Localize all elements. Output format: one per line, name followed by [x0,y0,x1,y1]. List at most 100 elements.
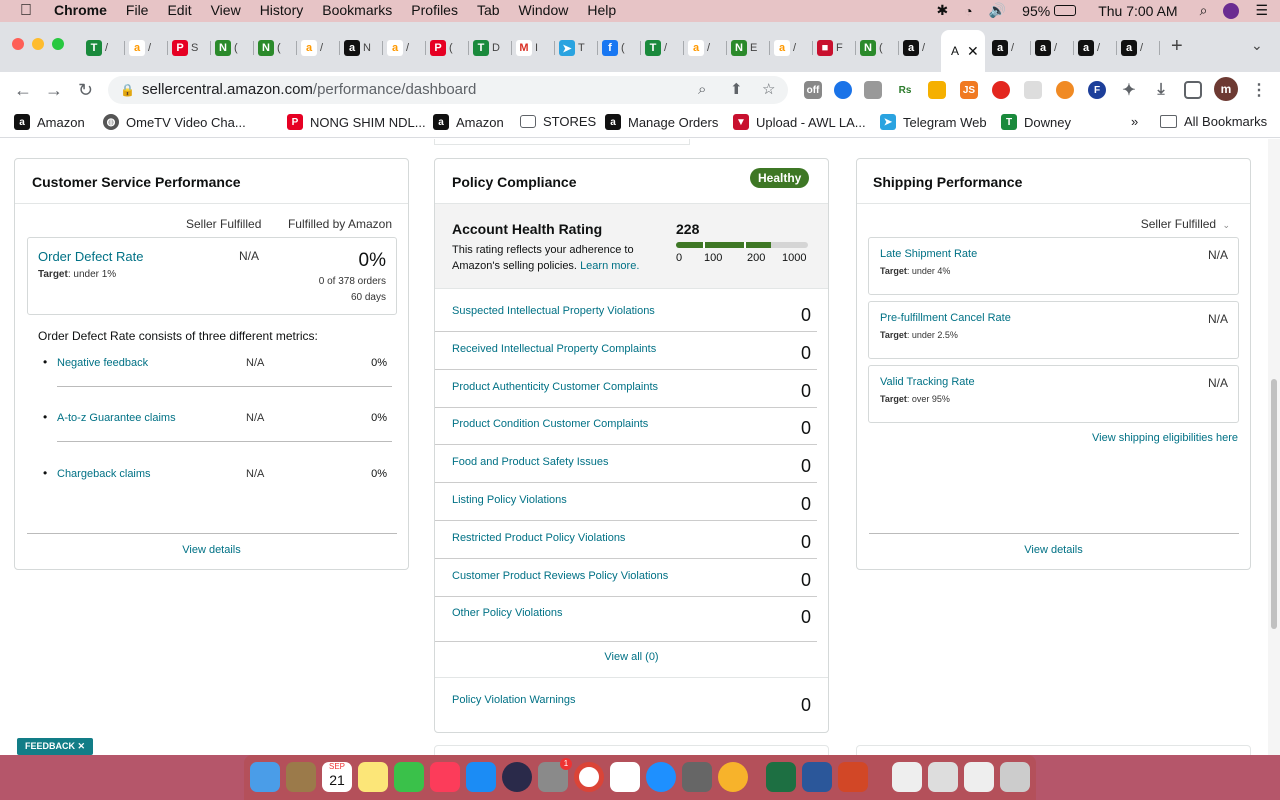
calendar-icon[interactable]: SEP 21 [322,762,352,792]
powerpoint-icon[interactable] [838,762,868,792]
browser-tab[interactable]: a / [770,37,813,59]
browser-tab[interactable]: TD [469,37,512,59]
reload-icon[interactable]: ↻ [78,80,93,101]
extension-js-icon[interactable]: JS [960,81,978,99]
close-tab-icon[interactable]: ✕ [967,43,979,60]
browser-tab[interactable]: ➤ T [555,37,598,59]
bookmark-item[interactable]: ▼ Upload - AWL LA... [733,114,866,130]
browser-tab[interactable]: a / [988,37,1031,59]
browser-tab[interactable]: a / [297,37,340,59]
browser-tab[interactable]: a / [125,37,168,59]
csp-view-details-link[interactable]: View details [15,544,408,556]
extension-spark-icon[interactable] [928,81,946,99]
spotlight-icon[interactable]: ⌕ [1200,2,1208,19]
pdf-file-icon[interactable] [892,762,922,792]
policy-item-link[interactable]: Received Intellectual Property Complaint… [452,343,656,355]
extension-tool-icon[interactable] [864,81,882,99]
menu-bookmarks[interactable]: Bookmarks [322,2,392,20]
minimize-window-button[interactable] [32,38,44,50]
apple-icon[interactable]:  [20,2,32,20]
bookmark-item[interactable]: a Manage Orders [605,114,718,130]
battery-icon[interactable] [1054,5,1077,16]
browser-tab[interactable]: NE [727,37,770,59]
policy-violation-warnings-link[interactable]: Policy Violation Warnings [452,694,576,706]
all-bookmarks-folder[interactable]: All Bookmarks [1160,114,1267,129]
bookmark-item[interactable]: P NONG SHIM NDL... [287,114,426,130]
policy-item-link[interactable]: Restricted Product Policy Violations [452,532,625,544]
browser-tab[interactable]: a / [1031,37,1074,59]
spreadsheet-file-icon[interactable] [928,762,958,792]
browser-tab[interactable]: P( [426,37,469,59]
menu-profiles[interactable]: Profiles [411,2,458,20]
new-tab-button[interactable]: + [1171,35,1183,58]
scrollbar-thumb[interactable] [1271,379,1277,629]
browser-tab[interactable]: T / [641,37,684,59]
finder-icon[interactable] [250,762,280,792]
bookmark-item[interactable]: a Amazon [433,114,504,130]
word-icon[interactable] [802,762,832,792]
feedback-button[interactable]: FEEDBACK ✕ [17,738,94,755]
fulfillment-dropdown[interactable]: Seller Fulfilled ⌄ [1141,217,1230,231]
policy-item-link[interactable]: Listing Policy Violations [452,494,567,506]
view-shipping-eligibilities-link[interactable]: View shipping eligibilities here [1092,432,1238,444]
wifi-icon[interactable]: ◔ [964,3,972,19]
bookmark-item[interactable]: T Downey [1001,114,1071,130]
app-menu-chrome[interactable]: Chrome [54,2,107,20]
extension-blue-icon[interactable] [834,81,852,99]
address-bar[interactable]: 🔒 sellercentral.amazon.com/performance/d… [108,76,788,104]
policy-item-link[interactable]: Suspected Intellectual Property Violatio… [452,305,655,317]
profile-avatar[interactable]: m [1214,77,1238,101]
back-icon[interactable]: ← [14,80,32,101]
browser-tab[interactable]: PS [168,37,211,59]
siri-icon[interactable] [1223,2,1240,19]
reminders-icon[interactable] [610,762,640,792]
browser-tab[interactable]: MI [512,37,555,59]
shipping-metric-link[interactable]: Valid Tracking Rate [880,376,975,388]
learn-more-link[interactable]: Learn more. [580,260,639,272]
bookmark-item[interactable]: a Amazon [14,114,85,130]
volume-icon[interactable]: 🔊 [989,2,1006,19]
extension-fire-icon[interactable] [992,81,1010,99]
bookmark-item[interactable]: STORES [520,114,596,129]
active-tab[interactable]: A ✕ [941,30,985,72]
shipping-view-details-link[interactable]: View details [857,544,1250,556]
control-center-icon[interactable]: ☰ [1255,2,1268,19]
extension-orange-icon[interactable] [1056,81,1074,99]
view-all-link[interactable]: View all (0) [435,651,828,663]
trash-icon[interactable] [1000,762,1030,792]
browser-tab[interactable]: aN [340,37,383,59]
browser-tab[interactable]: a / [1074,37,1117,59]
policy-item-link[interactable]: Food and Product Safety Issues [452,456,609,468]
menu-help[interactable]: Help [587,2,616,20]
menu-window[interactable]: Window [519,2,569,20]
more-bookmarks-icon[interactable]: » [1131,114,1138,129]
policy-item-link[interactable]: Product Authenticity Customer Complaints [452,381,658,393]
launchpad-icon[interactable] [682,762,712,792]
metric-link[interactable]: A-to-z Guarantee claims [57,412,176,424]
system-preferences-icon[interactable]: 1 [538,758,572,792]
browser-tab[interactable]: ■ F [813,37,856,59]
tab-search-icon[interactable]: ⌄ [1251,37,1263,54]
shipping-metric-link[interactable]: Late Shipment Rate [880,248,977,260]
policy-item-link[interactable]: Product Condition Customer Complaints [452,418,648,430]
forward-icon[interactable]: → [45,80,63,101]
notes-icon[interactable] [358,762,388,792]
browser-tab[interactable]: a / [899,37,942,59]
browser-tab[interactable]: f( [598,37,641,59]
share-icon[interactable]: ⬆ [730,76,743,104]
chrome-dock-icon[interactable] [574,762,604,792]
order-defect-rate-link[interactable]: Order Defect Rate [38,249,144,264]
chrome-menu-icon[interactable]: ⋮ [1250,81,1268,99]
shipping-metric-link[interactable]: Pre-fulfillment Cancel Rate [880,312,1011,324]
notes-brown-icon[interactable] [286,762,316,792]
menu-file[interactable]: File [126,2,149,20]
menu-history[interactable]: History [260,2,304,20]
bookmark-star-icon[interactable]: ☆ [762,76,775,104]
browser-tab[interactable]: N( [211,37,254,59]
maximize-window-button[interactable] [52,38,64,50]
page-scrollbar[interactable] [1268,139,1280,755]
clock[interactable]: Thu 7:00 AM [1098,3,1177,19]
browser-tab[interactable]: N( [254,37,297,59]
metric-link[interactable]: Chargeback claims [57,468,151,480]
browser-tab[interactable]: N( [856,37,899,59]
